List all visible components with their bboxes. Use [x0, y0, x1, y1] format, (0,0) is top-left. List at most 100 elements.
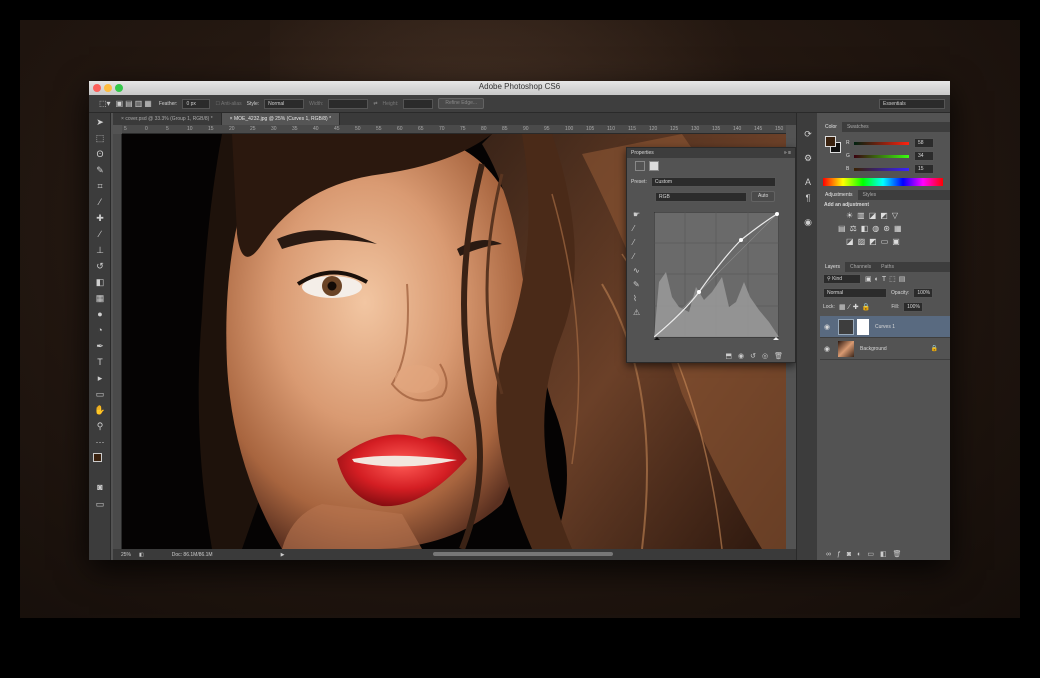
tab-cover-psd[interactable]: × cover.psd @ 33.3% (Group 1, RGB/8) * [113, 113, 222, 125]
gray-point-eyedropper-icon[interactable]: ⁄ [633, 236, 647, 250]
tab-paths[interactable]: Paths [876, 262, 899, 272]
healing-brush-tool-icon[interactable]: ✚ [93, 211, 107, 225]
filter-icons[interactable]: ▣◐T⬚▤ [865, 275, 908, 283]
b-slider[interactable] [854, 167, 909, 171]
levels-icon[interactable]: ▥ [857, 211, 869, 220]
quick-mask-icon[interactable]: ◙ [93, 480, 107, 494]
edit-points-icon[interactable]: ∿ [633, 264, 647, 278]
curves-adjust-icon[interactable]: ◪ [869, 211, 881, 220]
layer-filter-select[interactable]: ⚲ Kind [823, 274, 861, 284]
clip-to-layer-icon[interactable]: ⬒ [725, 353, 738, 360]
more-tools-icon[interactable]: ⋯ [93, 435, 107, 449]
pencil-draw-icon[interactable]: ✎ [633, 278, 647, 292]
layer-row-curves[interactable]: ◉ Curves 1 [820, 316, 950, 338]
horizontal-scrollbar[interactable] [433, 552, 613, 556]
white-point-eyedropper-icon[interactable]: ⁄ [633, 250, 647, 264]
character-icon[interactable]: A [801, 175, 815, 189]
mask-icon[interactable] [649, 161, 659, 171]
zoom-tool-icon[interactable]: ⚲ [93, 419, 107, 433]
g-slider[interactable] [854, 154, 909, 158]
view-previous-icon[interactable]: ◉ [738, 353, 750, 360]
gradient-tool-icon[interactable]: ▦ [93, 291, 107, 305]
panel-menu-icon[interactable]: » ≡ [784, 148, 795, 158]
eye-icon[interactable]: ◉ [820, 345, 834, 353]
smooth-icon[interactable]: ⌇ [633, 292, 647, 306]
channel-mixer-icon[interactable]: ⊛ [883, 224, 894, 233]
lasso-tool-icon[interactable]: ʘ [93, 147, 107, 161]
color-fg-swatch[interactable] [825, 136, 836, 147]
crop-tool-icon[interactable]: ⌗ [93, 179, 107, 193]
marquee-tool-icon[interactable]: ⬚ [93, 131, 107, 145]
fill-input[interactable]: 100% [903, 302, 924, 312]
paragraph-icon[interactable]: ¶ [801, 191, 815, 205]
gradient-map-icon[interactable]: ▭ [881, 237, 893, 246]
refine-edge-button[interactable]: Refine Edge... [438, 98, 485, 109]
invert-icon[interactable]: ◪ [846, 237, 858, 246]
selective-color-icon[interactable]: ▣ [892, 237, 904, 246]
bw-icon[interactable]: ◧ [861, 224, 873, 233]
new-adjustment-icon[interactable]: ◐ [857, 551, 867, 558]
on-image-adjust-icon[interactable]: ☛ [633, 208, 647, 222]
reset-icon[interactable]: ↺ [750, 353, 762, 360]
foreground-color-swatch[interactable] [93, 453, 102, 462]
antialias-checkbox[interactable]: ☐ Anti-alias [215, 101, 241, 107]
link-icon[interactable]: ∞ [826, 551, 837, 558]
brush-tool-icon[interactable]: ∕ [93, 227, 107, 241]
eyedropper-tool-icon[interactable]: ⁄ [93, 195, 107, 209]
add-mask-icon[interactable]: ◙ [847, 551, 857, 558]
b-value[interactable]: 15 [914, 164, 934, 174]
curves-graph[interactable] [654, 212, 779, 340]
move-tool-icon[interactable]: ➤ [93, 115, 107, 129]
feather-input[interactable]: 0 px [182, 98, 211, 109]
screen-mode-icon[interactable]: ▭ [93, 497, 107, 511]
blur-tool-icon[interactable]: ● [93, 307, 107, 321]
path-select-tool-icon[interactable]: ▸ [93, 371, 107, 385]
clone-stamp-tool-icon[interactable]: ⊥ [93, 243, 107, 257]
layer-row-background[interactable]: ◉ Background 🔒 [820, 338, 950, 360]
hue-sat-icon[interactable]: ▤ [838, 224, 850, 233]
g-value[interactable]: 34 [914, 151, 934, 161]
pen-tool-icon[interactable]: ✒ [93, 339, 107, 353]
spectrum-bar[interactable] [823, 178, 943, 186]
tab-channels[interactable]: Channels [845, 262, 876, 272]
tab-layers[interactable]: Layers [820, 262, 846, 272]
quick-select-tool-icon[interactable]: ✎ [93, 163, 107, 177]
eye-icon[interactable]: ◉ [820, 323, 834, 331]
preset-select[interactable]: Custom [650, 177, 776, 187]
layer-mask-thumb[interactable] [857, 318, 869, 335]
history-icon[interactable]: ⟳ [801, 127, 815, 141]
trash-icon[interactable]: 🗑 [774, 353, 789, 360]
opacity-input[interactable]: 100% [913, 288, 934, 298]
blend-mode-select[interactable]: Normal [823, 288, 887, 298]
eraser-tool-icon[interactable]: ◧ [93, 275, 107, 289]
history-brush-tool-icon[interactable]: ↺ [93, 259, 107, 273]
auto-button[interactable]: Auto [751, 191, 776, 202]
doc-info-icon[interactable]: ◧ [139, 552, 144, 558]
r-slider[interactable] [854, 141, 909, 145]
selection-mode-icons[interactable]: ▣▤▥▦ [116, 99, 154, 108]
workspace-select[interactable]: Essentials [879, 98, 945, 109]
exposure-icon[interactable]: ◩ [880, 211, 892, 220]
tab-color[interactable]: Color [820, 122, 842, 132]
lock-icons[interactable]: ▦∕✚🔒 [839, 303, 873, 311]
color-balance-icon[interactable]: ⚖ [850, 224, 861, 233]
info-icon[interactable]: ◉ [801, 215, 815, 229]
type-tool-icon[interactable]: T [93, 355, 107, 369]
tab-moe-jpg[interactable]: × MOE_4232.jpg @ 25% (Curves 1, RGB/8) * [221, 113, 341, 125]
tab-styles[interactable]: Styles [858, 190, 882, 200]
clipping-icon[interactable]: ⚠ [633, 306, 647, 320]
style-select[interactable]: Normal [264, 98, 305, 109]
height-input[interactable] [403, 98, 434, 109]
actions-icon[interactable]: ⚙ [801, 151, 815, 165]
brightness-icon[interactable]: ☀ [846, 211, 857, 220]
color-lookup-icon[interactable]: ▦ [894, 224, 906, 233]
status-menu-icon[interactable]: ▶ [281, 552, 285, 558]
tab-swatches[interactable]: Swatches [842, 122, 874, 132]
vibrance-icon[interactable]: ▽ [892, 211, 902, 220]
hand-tool-icon[interactable]: ✋ [93, 403, 107, 417]
threshold-icon[interactable]: ◩ [869, 237, 881, 246]
swap-icon[interactable]: ⇄ [373, 101, 377, 107]
fx-icon[interactable]: ƒ [837, 551, 847, 558]
shape-tool-icon[interactable]: ▭ [93, 387, 107, 401]
marquee-tool-icon[interactable]: ⬚▾ [99, 99, 111, 108]
